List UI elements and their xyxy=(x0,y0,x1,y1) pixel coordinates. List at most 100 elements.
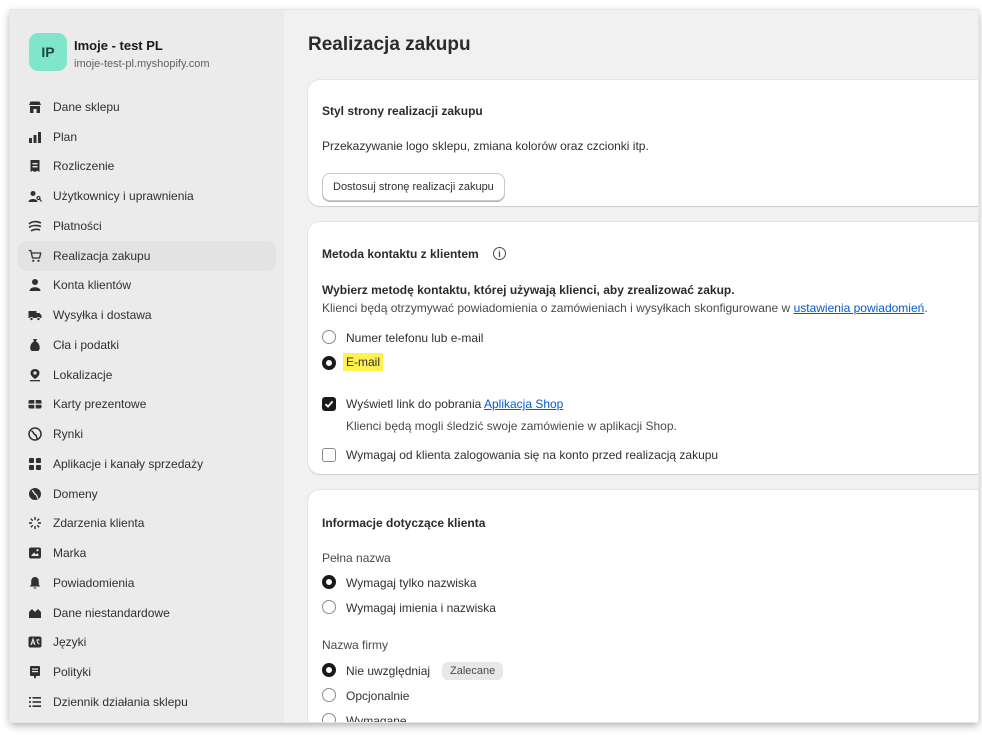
radio-last-name-only[interactable] xyxy=(322,575,336,589)
recommended-badge: Zalecane xyxy=(442,662,504,680)
radio-phone-or-email[interactable] xyxy=(322,330,336,344)
users-icon xyxy=(28,189,42,203)
card-description: Przekazywanie logo sklepu, zmiana koloró… xyxy=(322,139,649,153)
contact-prompt: Wybierz metodę kontaktu, której używają … xyxy=(322,283,735,297)
sidebar-item-label: Konta klientów xyxy=(53,278,132,293)
sidebar-item-label: Marka xyxy=(53,546,87,561)
radio-company-optional[interactable] xyxy=(322,688,336,702)
sidebar-item-store-details[interactable]: Dane sklepu xyxy=(18,92,276,122)
checkbox-label: Wyświetl link do pobrania Aplikacja Shop xyxy=(346,397,563,411)
sidebar-item-apps-channels[interactable]: Aplikacje i kanały sprzedaży xyxy=(18,449,276,479)
sidebar-item-activity-log[interactable]: Dziennik działania sklepu xyxy=(18,687,276,717)
sidebar-item-label: Aplikacje i kanały sprzedaży xyxy=(53,456,204,471)
sidebar-item-label: Polityki xyxy=(53,665,92,680)
company-name-label: Nazwa firmy xyxy=(322,638,389,652)
sidebar-item-label: Dane niestandardowe xyxy=(53,605,170,620)
sidebar-item-languages[interactable]: Języki xyxy=(18,628,276,658)
contact-note: Klienci będą otrzymywać powiadomienia o … xyxy=(322,301,928,315)
cart-icon xyxy=(28,249,42,263)
bell-icon xyxy=(28,576,42,590)
radio-company-required[interactable] xyxy=(322,713,336,722)
store-icon xyxy=(28,100,42,114)
notification-settings-link[interactable]: ustawienia powiadomień xyxy=(794,301,925,315)
sidebar-item-label: Płatności xyxy=(53,218,102,233)
billing-icon xyxy=(28,159,42,173)
checkbox-help: Klienci będą mogli śledzić swoje zamówie… xyxy=(346,419,677,433)
plan-icon xyxy=(28,130,42,144)
sidebar-item-brand[interactable]: Marka xyxy=(18,538,276,568)
sidebar-item-checkout[interactable]: Realizacja zakupu xyxy=(18,240,276,271)
sidebar-item-label: Zdarzenia klienta xyxy=(53,516,145,531)
card-title: Informacje dotyczące klienta xyxy=(322,516,486,530)
shop-app-checkbox[interactable] xyxy=(322,397,336,411)
customize-checkout-button[interactable]: Dostosuj stronę realizacji zakupu xyxy=(322,173,505,201)
radio-email[interactable] xyxy=(322,356,336,370)
sidebar-item-markets[interactable]: Rynki xyxy=(18,419,276,449)
sidebar-item-label: Rynki xyxy=(53,427,84,442)
radio-first-and-last-name[interactable] xyxy=(322,600,336,614)
store-avatar: IP xyxy=(29,33,67,71)
radio-label: Nie uwzględniaj xyxy=(346,664,431,678)
sidebar-item-label: Dziennik działania sklepu xyxy=(53,694,188,709)
domain-globe-icon xyxy=(28,487,42,501)
settings-main: Realizacja zakupu Styl strony realizacji… xyxy=(284,10,978,722)
metafields-icon xyxy=(28,606,42,620)
sidebar-item-label: Domeny xyxy=(53,486,98,501)
card-title: Styl strony realizacji zakupu xyxy=(322,104,483,118)
store-switcher[interactable]: IP Imoje - test PL imoje-test-pl.myshopi… xyxy=(26,30,276,80)
settings-sidebar: IP Imoje - test PL imoje-test-pl.myshopi… xyxy=(10,10,284,722)
sidebar-item-locations[interactable]: Lokalizacje xyxy=(18,360,276,390)
sidebar-item-label: Powiadomienia xyxy=(53,575,135,590)
settings-window: IP Imoje - test PL imoje-test-pl.myshopi… xyxy=(10,10,978,722)
radio-label: E-mail xyxy=(343,353,384,371)
truck-icon xyxy=(28,308,42,322)
sidebar-item-payments[interactable]: Płatności xyxy=(18,211,276,241)
sidebar-item-label: Plan xyxy=(53,129,78,144)
info-icon[interactable]: i xyxy=(493,247,506,260)
person-icon xyxy=(28,278,42,292)
sidebar-item-customer-accounts[interactable]: Konta klientów xyxy=(18,271,276,301)
radio-label: Wymagaj tylko nazwiska xyxy=(346,576,477,590)
sidebar-item-custom-data[interactable]: Dane niestandardowe xyxy=(18,598,276,628)
store-domain: imoje-test-pl.myshopify.com xyxy=(74,58,210,70)
sidebar-item-users[interactable]: Użytkownicy i uprawnienia xyxy=(18,181,276,211)
customer-information-card: Informacje dotyczące klienta Pełna nazwa… xyxy=(308,490,978,722)
checkbox-label-text: Wyświetl link do pobrania xyxy=(346,397,484,411)
radio-label: Numer telefonu lub e-mail xyxy=(346,331,484,345)
require-login-checkbox[interactable] xyxy=(322,448,336,462)
sidebar-item-label: Użytkownicy i uprawnienia xyxy=(53,189,194,204)
sidebar-item-duties-taxes[interactable]: Cła i podatki xyxy=(18,330,276,360)
shop-app-link[interactable]: Aplikacja Shop xyxy=(484,397,563,411)
sidebar-item-customer-events[interactable]: Zdarzenia klienta xyxy=(18,509,276,539)
contact-note-end: . xyxy=(924,301,928,315)
settings-nav: Dane sklepu Plan Rozliczenie Użytkownicy… xyxy=(18,92,276,717)
sidebar-item-label: Rozliczenie xyxy=(53,159,115,174)
contact-method-card: Metoda kontaktu z klientem i Wybierz met… xyxy=(308,222,978,474)
sidebar-item-label: Dane sklepu xyxy=(53,99,120,114)
sidebar-item-shipping[interactable]: Wysyłka i dostawa xyxy=(18,300,276,330)
tax-icon xyxy=(28,338,42,352)
brand-icon xyxy=(28,546,42,560)
sidebar-item-label: Karty prezentowe xyxy=(53,397,147,412)
sidebar-item-billing[interactable]: Rozliczenie xyxy=(18,152,276,182)
list-icon xyxy=(28,695,42,709)
sidebar-item-gift-cards[interactable]: Karty prezentowe xyxy=(18,390,276,420)
globe-icon xyxy=(28,427,42,441)
check-icon xyxy=(324,400,334,408)
sidebar-item-label: Języki xyxy=(53,635,87,650)
gift-card-icon xyxy=(28,397,42,411)
sidebar-item-policies[interactable]: Polityki xyxy=(18,657,276,687)
sidebar-item-plan[interactable]: Plan xyxy=(18,122,276,152)
contact-note-text: Klienci będą otrzymywać powiadomienia o … xyxy=(322,301,794,315)
sidebar-item-label: Lokalizacje xyxy=(53,367,113,382)
full-name-label: Pełna nazwa xyxy=(322,551,391,565)
sidebar-item-notifications[interactable]: Powiadomienia xyxy=(18,568,276,598)
radio-company-dont-include[interactable] xyxy=(322,663,336,677)
page-title: Realizacja zakupu xyxy=(308,34,471,55)
location-icon xyxy=(28,368,42,382)
radio-label: Wymagane xyxy=(346,714,407,722)
languages-icon xyxy=(28,635,42,649)
sidebar-item-domains[interactable]: Domeny xyxy=(18,479,276,509)
checkbox-label: Wymagaj od klienta zalogowania się na ko… xyxy=(346,448,719,462)
sparkle-icon xyxy=(28,516,42,530)
